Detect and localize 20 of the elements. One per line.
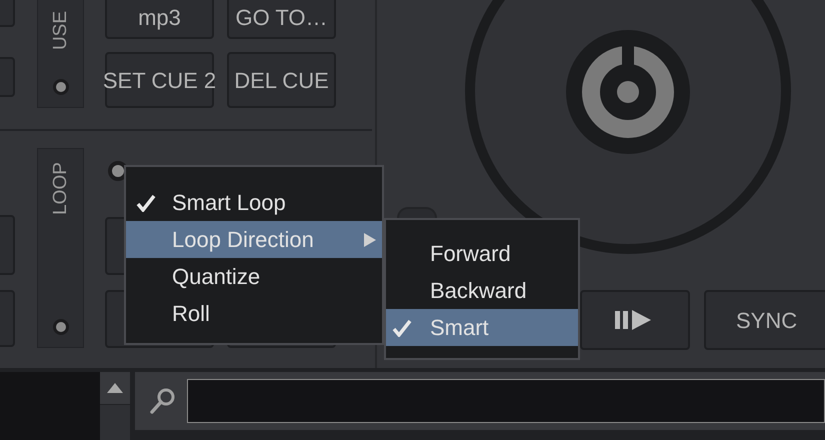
menu-item[interactable]: Loop Direction	[126, 221, 382, 258]
sync-button[interactable]: SYNC	[704, 290, 825, 350]
deck-button[interactable]: DEL CUE	[227, 52, 336, 108]
play-pause-button[interactable]	[580, 290, 690, 350]
menu-item[interactable]: Forward	[386, 235, 578, 272]
panel-label: USE	[51, 10, 70, 50]
scroll-up-button[interactable]	[100, 372, 130, 404]
menu-item[interactable]: Roll	[126, 295, 382, 332]
menu-item[interactable]: Backward	[386, 272, 578, 309]
search-field[interactable]	[187, 379, 825, 423]
menu-item[interactable]: Smart Loop	[126, 184, 382, 221]
menu-item[interactable]: Quantize	[126, 258, 382, 295]
triangle-up-icon	[107, 383, 123, 393]
menu-item[interactable]: Smart	[386, 309, 578, 346]
panel-label: LOOP	[51, 162, 70, 215]
submenu-arrow-icon	[364, 232, 376, 246]
deck-button[interactable]: SET CUE 2	[105, 52, 214, 108]
search-icon	[150, 387, 176, 415]
deck-button[interactable]: GO TO…	[227, 0, 336, 39]
deck-button[interactable]: mp3	[105, 0, 214, 39]
